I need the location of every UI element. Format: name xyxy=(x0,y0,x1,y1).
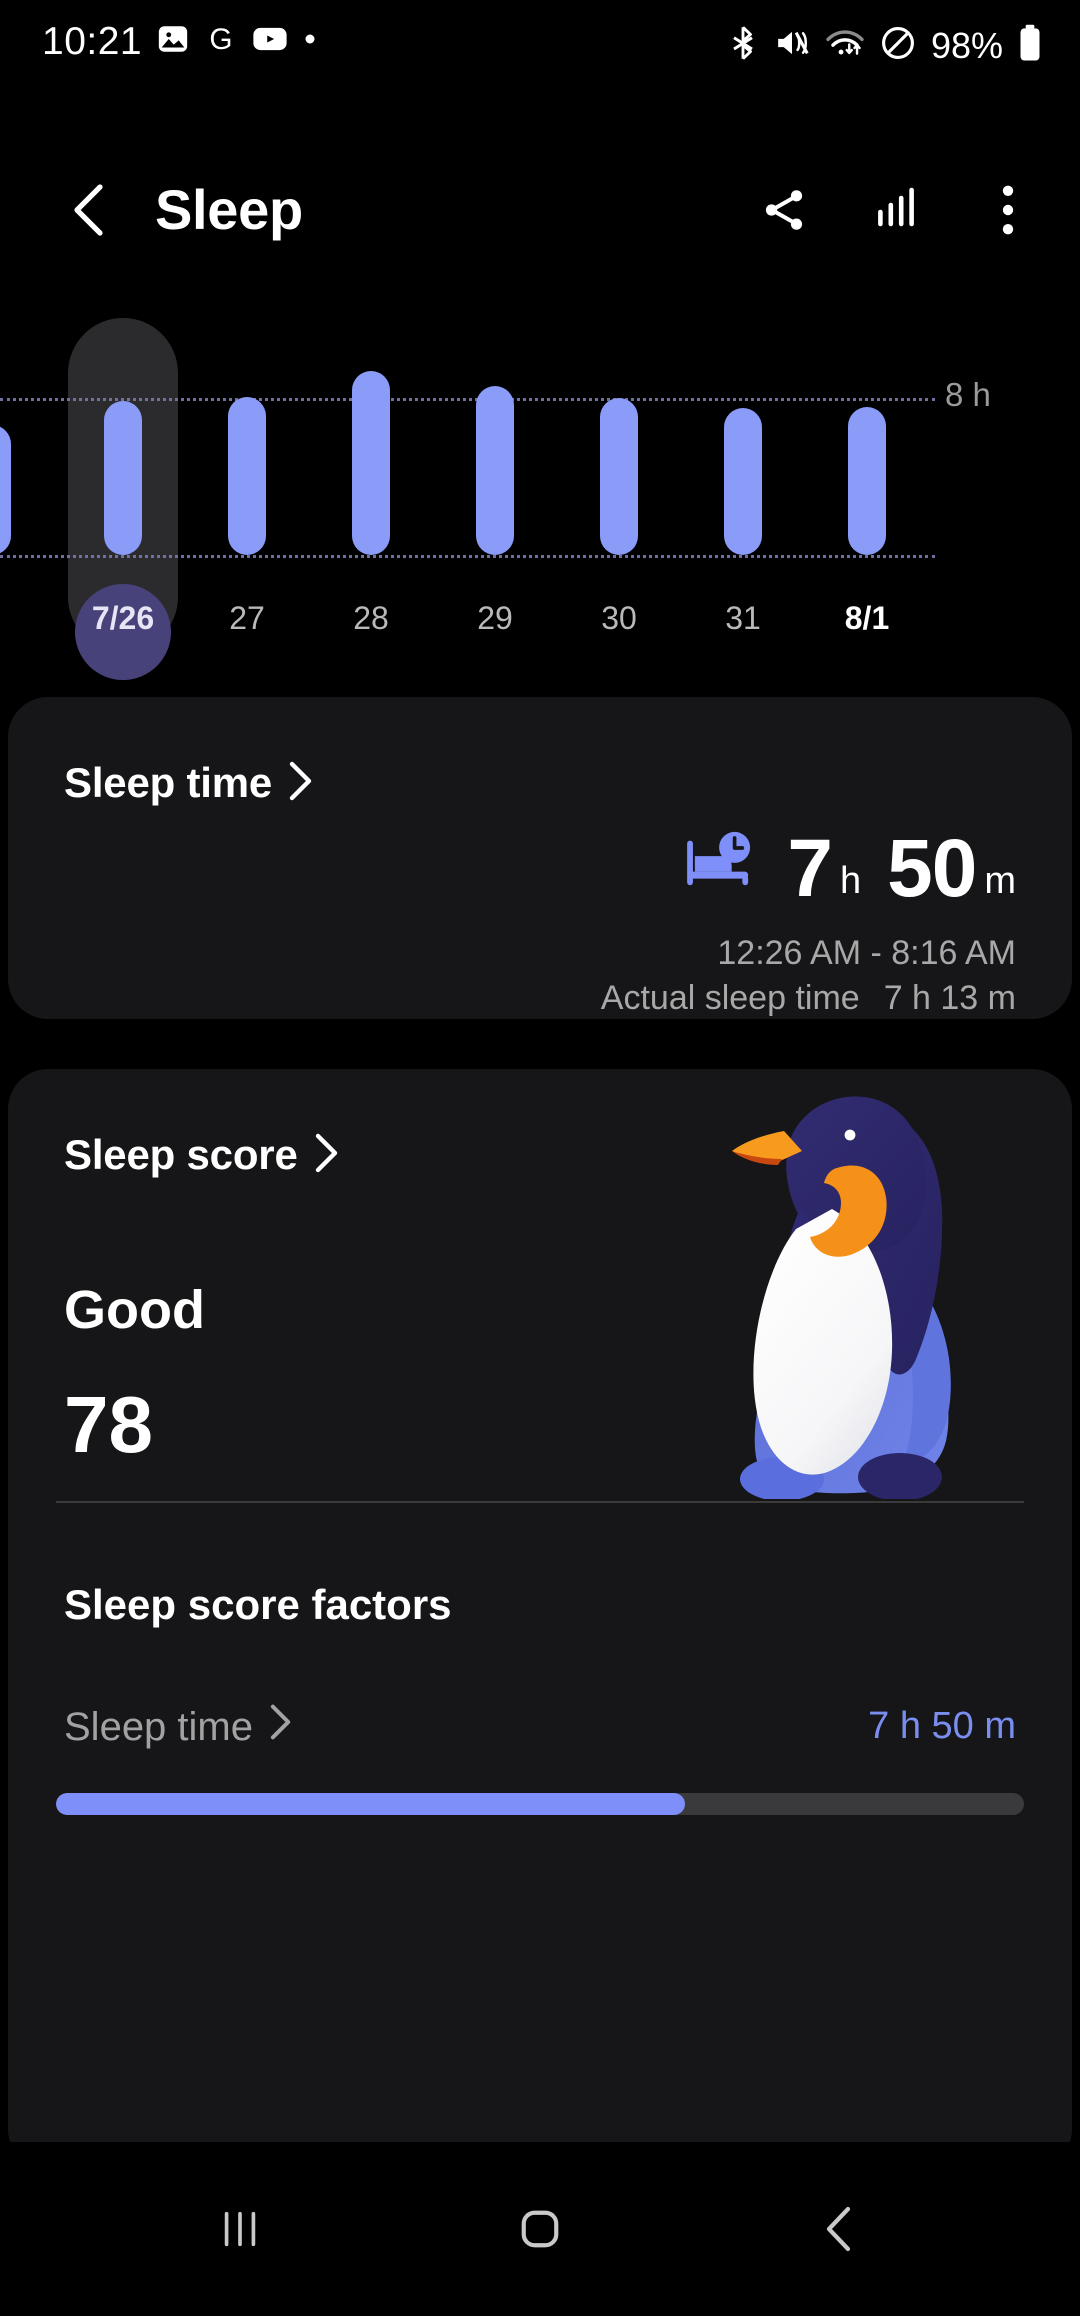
factor-progress-track xyxy=(56,1793,1024,1815)
chevron-right-icon xyxy=(269,1703,293,1751)
status-bar: 10:21 G 98% xyxy=(0,0,1080,100)
chevron-right-icon xyxy=(288,760,314,807)
status-bar-right: 98% xyxy=(727,24,1042,67)
sleep-minutes-unit: m xyxy=(984,860,1016,902)
phone-screen: 10:21 G 98% Sleep 8 h 7/26 27 28 29 30 3… xyxy=(0,0,1080,2316)
actual-sleep-time-row: Actual sleep time 7 h 13 m xyxy=(601,976,1016,1021)
wifi-icon xyxy=(825,26,865,65)
recent-apps-icon[interactable] xyxy=(165,2184,315,2274)
chart-x-label[interactable]: 29 xyxy=(435,600,555,637)
factor-label-group[interactable]: Sleep time xyxy=(64,1703,293,1751)
actual-sleep-time-value: 7 h 13 m xyxy=(883,979,1016,1017)
bar-chart-icon[interactable] xyxy=(858,172,934,248)
battery-icon xyxy=(1018,24,1042,67)
chevron-right-icon xyxy=(314,1132,340,1179)
more-notifications-dot xyxy=(302,31,318,52)
sleep-score-card-header[interactable]: Sleep score xyxy=(64,1131,340,1179)
app-bar-actions xyxy=(746,172,1046,248)
bed-clock-icon xyxy=(683,829,761,896)
chart-x-label[interactable]: 7/26 xyxy=(63,600,183,637)
sleep-score-grade: Good xyxy=(64,1280,205,1340)
factor-progress-fill xyxy=(56,1793,686,1815)
factor-value: 7 h 50 m xyxy=(868,1705,1016,1747)
bluetooth-icon xyxy=(727,25,759,66)
svg-text:G: G xyxy=(210,23,233,56)
chart-x-label[interactable]: 28 xyxy=(311,600,431,637)
sleep-score-title: Sleep score xyxy=(64,1131,298,1178)
chart-x-label[interactable]: 30 xyxy=(559,600,679,637)
navigation-bar xyxy=(0,2142,1080,2316)
sleep-score-factor-row[interactable]: Sleep time 7 h 50 m xyxy=(64,1703,1016,1757)
sleep-score-card[interactable]: Sleep score Good 78 Sleep score factors … xyxy=(8,1069,1072,2169)
home-icon[interactable] xyxy=(465,2184,615,2274)
page-title: Sleep xyxy=(155,178,303,241)
sleep-score-value: 78 xyxy=(64,1380,153,1469)
overflow-menu-icon[interactable] xyxy=(970,172,1046,248)
status-bar-left: 10:21 G xyxy=(42,22,318,61)
chart-x-label[interactable]: 8/1 xyxy=(807,600,927,637)
card-divider xyxy=(56,1501,1024,1503)
battery-percent-label: 98% xyxy=(930,24,1003,66)
sleep-duration-chart[interactable]: 8 h 57/2627282930318/1 xyxy=(0,300,1080,700)
chart-x-axis-labels: 5 7/2627282930318/1 xyxy=(0,300,1080,700)
sleep-time-value: 7 h 50 m xyxy=(683,822,1016,914)
vibrate-icon xyxy=(774,26,810,65)
back-icon[interactable] xyxy=(765,2184,915,2274)
chart-x-label[interactable]: 31 xyxy=(683,600,803,637)
chart-x-label[interactable]: 27 xyxy=(187,600,307,637)
back-chevron-icon[interactable] xyxy=(52,172,128,248)
sleep-score-factors-heading: Sleep score factors xyxy=(64,1581,452,1628)
youtube-icon xyxy=(252,22,288,61)
sleep-minutes: 50 xyxy=(887,822,977,914)
sleep-hours-unit: h xyxy=(839,860,862,902)
sleep-time-range: 12:26 AM - 8:16 AM xyxy=(717,934,1016,972)
sleep-time-details: 12:26 AM - 8:16 AM Actual sleep time 7 h … xyxy=(601,931,1016,1021)
sleep-time-card-header[interactable]: Sleep time xyxy=(64,759,314,807)
share-icon[interactable] xyxy=(746,172,822,248)
status-bar-clock: 10:21 xyxy=(42,20,143,63)
google-icon: G xyxy=(204,22,238,61)
sleep-time-card[interactable]: Sleep time 7 h 50 m 12:26 AM - 8:16 AM A… xyxy=(8,697,1072,1019)
sleep-time-title: Sleep time xyxy=(64,759,273,806)
penguin-illustration xyxy=(684,1069,984,1501)
sleep-hours: 7 xyxy=(787,822,833,914)
actual-sleep-time-label: Actual sleep time xyxy=(600,979,860,1017)
chart-x-label[interactable]: 5 xyxy=(0,600,52,637)
app-bar: Sleep xyxy=(0,148,1080,276)
gallery-icon xyxy=(156,22,190,61)
do-not-disturb-icon xyxy=(880,25,916,66)
factor-label: Sleep time xyxy=(64,1704,253,1749)
